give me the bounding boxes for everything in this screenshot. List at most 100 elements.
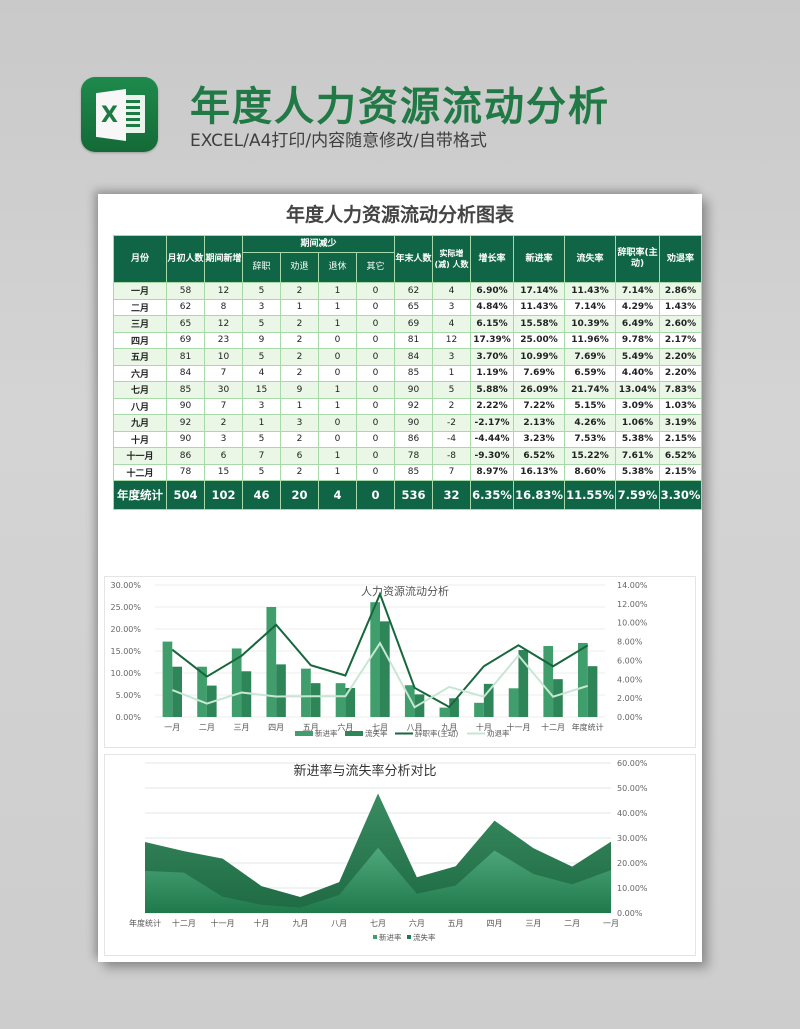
table-cell[interactable]: 16.13%: [513, 463, 566, 481]
table-cell[interactable]: 7.83%: [659, 381, 703, 399]
table-cell[interactable]: 7.61%: [615, 447, 661, 465]
table-cell[interactable]: 0: [318, 414, 357, 432]
table-cell[interactable]: 5.49%: [615, 348, 661, 366]
table-cell[interactable]: 五月: [113, 348, 167, 366]
table-cell[interactable]: 0: [355, 331, 396, 349]
table-cell[interactable]: 2: [432, 397, 472, 415]
table-cell[interactable]: 85: [394, 364, 434, 382]
table-cell[interactable]: 1: [318, 315, 357, 333]
table-cell[interactable]: 15.58%: [513, 315, 566, 333]
table-cell[interactable]: 7.53%: [564, 430, 617, 448]
table-cell[interactable]: 58: [166, 282, 205, 300]
table-cell[interactable]: 2.15%: [659, 430, 703, 448]
table-cell[interactable]: 6.52%: [659, 447, 703, 465]
table-cell[interactable]: 1.43%: [659, 298, 703, 316]
table-cell[interactable]: 4.29%: [615, 298, 661, 316]
table-cell[interactable]: 1: [280, 298, 319, 316]
table-cell[interactable]: 3: [242, 397, 281, 415]
table-cell[interactable]: 9.78%: [615, 331, 661, 349]
table-cell[interactable]: 3.70%: [470, 348, 515, 366]
table-cell[interactable]: 十月: [113, 430, 167, 448]
table-cell[interactable]: 1: [242, 414, 281, 432]
table-cell[interactable]: 6.49%: [615, 315, 661, 333]
total-cell[interactable]: 20: [280, 480, 319, 510]
table-cell[interactable]: 86: [166, 447, 205, 465]
table-cell[interactable]: 2: [280, 463, 319, 481]
table-cell[interactable]: 2: [280, 430, 319, 448]
table-cell[interactable]: 6.15%: [470, 315, 515, 333]
table-cell[interactable]: 一月: [113, 282, 167, 300]
table-cell[interactable]: 90: [394, 414, 434, 432]
table-cell[interactable]: 6.90%: [470, 282, 515, 300]
table-cell[interactable]: -8: [432, 447, 472, 465]
table-cell[interactable]: 84: [166, 364, 205, 382]
table-cell[interactable]: 90: [166, 397, 205, 415]
total-cell[interactable]: 7.59%: [615, 480, 661, 510]
table-cell[interactable]: 81: [166, 348, 205, 366]
table-cell[interactable]: 4: [432, 315, 472, 333]
table-cell[interactable]: 3.09%: [615, 397, 661, 415]
table-cell[interactable]: 7.14%: [564, 298, 617, 316]
table-cell[interactable]: 1: [318, 381, 357, 399]
table-cell[interactable]: 4: [242, 364, 281, 382]
table-cell[interactable]: 6.59%: [564, 364, 617, 382]
table-cell[interactable]: 65: [394, 298, 434, 316]
table-cell[interactable]: 2: [280, 348, 319, 366]
table-cell[interactable]: 0: [355, 463, 396, 481]
table-cell[interactable]: 7: [204, 397, 243, 415]
table-cell[interactable]: 3.19%: [659, 414, 703, 432]
table-cell[interactable]: 15.22%: [564, 447, 617, 465]
table-cell[interactable]: 30: [204, 381, 243, 399]
table-cell[interactable]: 81: [394, 331, 434, 349]
table-cell[interactable]: 85: [394, 463, 434, 481]
table-cell[interactable]: 11.43%: [513, 298, 566, 316]
table-cell[interactable]: 1: [318, 298, 357, 316]
table-cell[interactable]: 5: [432, 381, 472, 399]
table-cell[interactable]: 3: [242, 298, 281, 316]
table-cell[interactable]: 2.86%: [659, 282, 703, 300]
table-cell[interactable]: 2.13%: [513, 414, 566, 432]
table-cell[interactable]: 62: [166, 298, 205, 316]
table-cell[interactable]: 2.60%: [659, 315, 703, 333]
table-cell[interactable]: 1.19%: [470, 364, 515, 382]
table-cell[interactable]: 86: [394, 430, 434, 448]
table-cell[interactable]: 12: [432, 331, 472, 349]
total-label[interactable]: 年度统计: [113, 480, 167, 510]
table-cell[interactable]: 四月: [113, 331, 167, 349]
table-cell[interactable]: 六月: [113, 364, 167, 382]
table-cell[interactable]: 23: [204, 331, 243, 349]
total-cell[interactable]: 11.55%: [564, 480, 617, 510]
table-cell[interactable]: 92: [166, 414, 205, 432]
table-cell[interactable]: 13.04%: [615, 381, 661, 399]
table-cell[interactable]: 5: [242, 430, 281, 448]
table-cell[interactable]: 三月: [113, 315, 167, 333]
table-cell[interactable]: 0: [318, 430, 357, 448]
table-cell[interactable]: 5.38%: [615, 430, 661, 448]
table-cell[interactable]: 3: [432, 298, 472, 316]
total-cell[interactable]: 0: [355, 480, 396, 510]
table-cell[interactable]: 21.74%: [564, 381, 617, 399]
table-cell[interactable]: 1: [318, 397, 357, 415]
table-cell[interactable]: -4.44%: [470, 430, 515, 448]
table-cell[interactable]: 7.22%: [513, 397, 566, 415]
table-cell[interactable]: 84: [394, 348, 434, 366]
table-cell[interactable]: 7.69%: [564, 348, 617, 366]
table-cell[interactable]: 2.15%: [659, 463, 703, 481]
table-cell[interactable]: 78: [394, 447, 434, 465]
table-cell[interactable]: 3.23%: [513, 430, 566, 448]
table-cell[interactable]: 11.43%: [564, 282, 617, 300]
table-cell[interactable]: 69: [166, 331, 205, 349]
table-cell[interactable]: 1: [318, 282, 357, 300]
table-cell[interactable]: 8.97%: [470, 463, 515, 481]
table-cell[interactable]: 2: [280, 364, 319, 382]
table-cell[interactable]: -2.17%: [470, 414, 515, 432]
table-cell[interactable]: 6: [280, 447, 319, 465]
table-cell[interactable]: 2.17%: [659, 331, 703, 349]
table-cell[interactable]: 12: [204, 282, 243, 300]
table-cell[interactable]: 2: [204, 414, 243, 432]
table-cell[interactable]: 2.22%: [470, 397, 515, 415]
table-cell[interactable]: 4.40%: [615, 364, 661, 382]
table-cell[interactable]: 6.52%: [513, 447, 566, 465]
table-cell[interactable]: 1.03%: [659, 397, 703, 415]
table-cell[interactable]: 7.14%: [615, 282, 661, 300]
